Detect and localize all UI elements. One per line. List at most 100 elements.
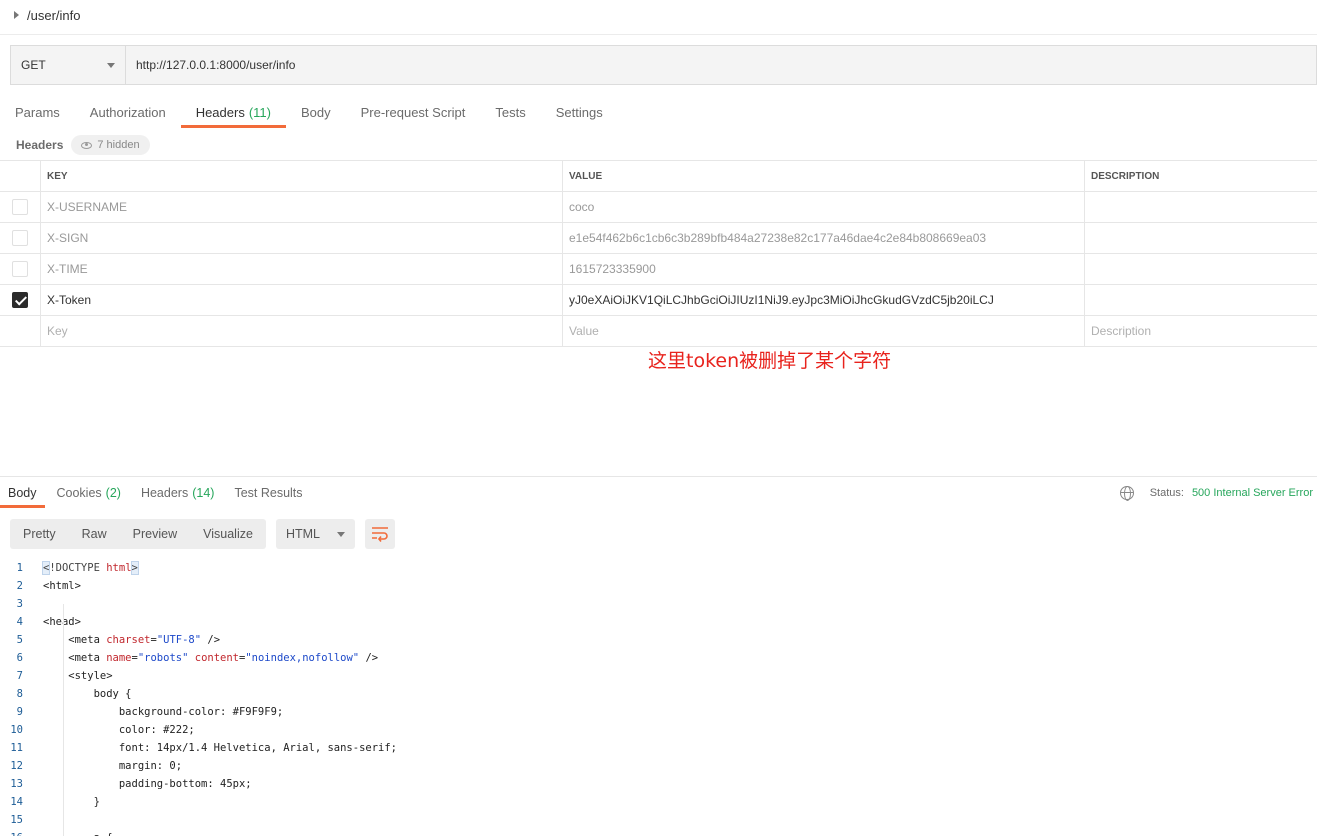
code-line: 4 <head> [0,613,1317,631]
code-line: 12 margin: 0; [0,757,1317,775]
table-row-new: Key Value Description [0,316,1317,347]
code-line: 11 font: 14px/1.4 Helvetica, Arial, sans… [0,739,1317,757]
row-checkbox[interactable] [12,261,28,277]
line-number: 10 [10,724,23,736]
line-number: 7 [16,670,23,682]
line-number: 16 [0,832,43,836]
tab-headers[interactable]: Headers (11) [180,96,287,128]
line-number: 12 [10,760,23,772]
row-checkbox-checked[interactable] [12,292,28,308]
line-number: 1 [16,562,23,574]
value-cell[interactable]: e1e54f462b6c1cb6c3b289bfb484a27238e82c17… [563,223,1085,253]
key-cell[interactable]: X-SIGN [41,223,563,253]
code-line: 5 <meta charset="UTF-8" /> [0,631,1317,649]
visualize-button[interactable]: Visualize [190,519,266,549]
line-number: 11 [10,742,23,754]
tab-response-headers[interactable]: Headers (14) [133,478,222,508]
globe-icon[interactable] [1119,486,1134,501]
column-description: DESCRIPTION [1091,170,1160,182]
status-label: Status: [1149,487,1184,499]
divider [0,476,1317,477]
hidden-headers-toggle[interactable]: 7 hidden [71,135,150,155]
url-input[interactable]: http://127.0.0.1:8000/user/info [126,46,1316,84]
key-cell[interactable]: X-USERNAME [41,192,563,222]
request-title: /user/info [27,7,81,23]
code-text: a { [43,832,113,836]
tab-cookies[interactable]: Cookies (2) [49,478,129,508]
hidden-count: 7 hidden [97,139,140,151]
row-checkbox[interactable] [12,230,28,246]
format-select-value: HTML [285,527,320,541]
response-code-viewer[interactable]: 1 <!DOCTYPE html> 2 <html> 3 4 <head> 5 <meta c… [0,559,1317,836]
description-cell[interactable] [1085,254,1317,284]
tab-response-body[interactable]: Body [0,478,45,508]
code-text: font: 14px/1.4 Helvetica, Arial, sans-se… [43,742,398,754]
value-cell[interactable]: coco [563,192,1085,222]
caret-right-icon[interactable] [14,11,19,19]
format-toolbar: Pretty Raw Preview Visualize HTML [10,519,395,549]
new-key-input[interactable]: Key [41,316,563,346]
table-row: X-SIGN e1e54f462b6c1cb6c3b289bfb484a2723… [0,223,1317,254]
line-number: 14 [10,796,23,808]
raw-button[interactable]: Raw [69,519,120,549]
code-text: <!DOCTYPE html> [41,561,139,575]
preview-button[interactable]: Preview [120,519,190,549]
view-mode-group: Pretty Raw Preview Visualize [10,519,266,549]
format-select[interactable]: HTML [275,519,355,549]
code-text: <html> [43,580,81,592]
pretty-button[interactable]: Pretty [10,519,69,549]
new-value-input[interactable]: Value [563,316,1085,346]
code-text: color: #222; [43,724,195,736]
new-description-input[interactable]: Description [1085,316,1317,346]
column-value: VALUE [563,161,1085,191]
code-line: 9 background-color: #F9F9F9; [0,703,1317,721]
code-line: 3 [0,595,1317,613]
line-number: 8 [16,688,23,700]
table-row: X-TIME 1615723335900 [0,254,1317,285]
code-text: <meta charset="UTF-8" /> [43,634,221,646]
chevron-down-icon [336,531,345,537]
tab-pre-request-script[interactable]: Pre-request Script [346,96,481,128]
response-tabs: Body Cookies (2) Headers (14) Test Results [0,478,315,508]
description-cell[interactable] [1085,192,1317,222]
eye-icon [81,141,93,149]
line-number: 2 [16,580,23,592]
line-number: 4 [16,616,23,628]
url-bar: GET http://127.0.0.1:8000/user/info [10,45,1317,85]
code-line: 14 } [0,793,1317,811]
line-number: 5 [16,634,23,646]
key-cell[interactable]: X-TIME [41,254,563,284]
status-value[interactable]: 500 Internal Server Error [1192,487,1313,499]
tab-body[interactable]: Body [286,96,346,128]
tab-test-results[interactable]: Test Results [226,478,310,508]
tab-tests[interactable]: Tests [480,96,540,128]
table-row: X-USERNAME coco [0,192,1317,223]
column-key: KEY [41,161,563,191]
tab-settings[interactable]: Settings [541,96,618,128]
code-line: 16 a { [0,829,1317,836]
value-cell[interactable]: yJ0eXAiOiJKV1QiLCJhbGciOiJIUzI1NiJ9.eyJp… [563,285,1085,315]
line-number: 9 [16,706,23,718]
method-select[interactable]: GET [11,46,126,84]
tab-params[interactable]: Params [0,96,75,128]
row-checkbox[interactable] [12,199,28,215]
method-value: GET [21,58,46,72]
code-text: <style> [43,670,113,682]
value-cell[interactable]: 1615723335900 [563,254,1085,284]
tab-count: (14) [192,486,215,500]
wrap-button[interactable] [364,519,395,549]
line-number: 15 [10,814,23,826]
headers-table: KEY VALUE DESCRIPTION X-USERNAME coco X-… [0,160,1317,347]
code-line: 1 <!DOCTYPE html> [0,559,1317,577]
request-tabs: Params Authorization Headers (11) Body Pr… [0,96,618,128]
code-line: 6 <meta name="robots" content="noindex,n… [0,649,1317,667]
key-cell[interactable]: X-Token [41,285,563,315]
annotation-text: 这里token被删掉了某个字符 [648,350,892,372]
table-header-row: KEY VALUE DESCRIPTION [0,161,1317,192]
description-cell[interactable] [1085,285,1317,315]
indent-guide [63,604,64,836]
tab-authorization[interactable]: Authorization [75,96,181,128]
code-text: <meta name="robots" content="noindex,nof… [43,652,379,664]
request-title-row[interactable]: /user/info [14,6,80,24]
description-cell[interactable] [1085,223,1317,253]
